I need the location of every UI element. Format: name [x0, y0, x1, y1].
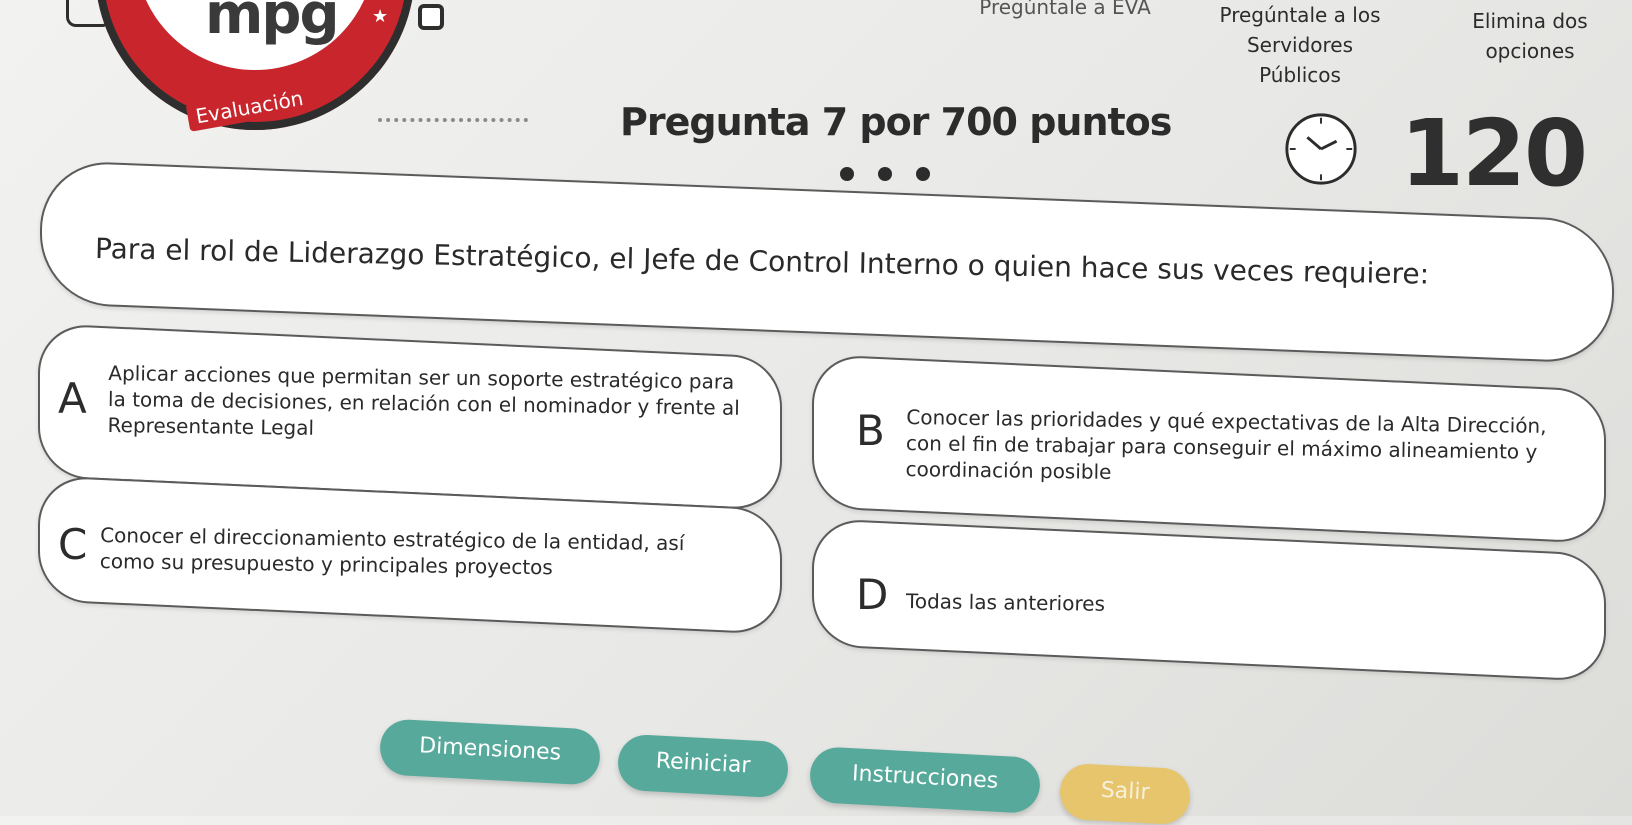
- clock-icon: [1285, 113, 1357, 185]
- timer-value: 120: [1400, 100, 1588, 207]
- logo-text: mpg: [205, 0, 340, 47]
- loading-dots: [840, 166, 954, 185]
- answer-text-b[interactable]: Conocer las prioridades y qué expectativ…: [905, 404, 1586, 491]
- lifeline-eliminate-two[interactable]: Elimina dos opciones: [1440, 6, 1620, 66]
- answer-letter-b: B: [856, 406, 885, 455]
- answer-text-a[interactable]: Aplicar acciones que permitan ser un sop…: [107, 360, 758, 447]
- badge-icon: [418, 4, 444, 30]
- reset-button[interactable]: Reiniciar: [616, 733, 790, 799]
- dot: [916, 167, 930, 181]
- answer-letter-d: D: [856, 570, 889, 619]
- answer-text-c[interactable]: Conocer el direccionamiento estratégico …: [100, 522, 741, 583]
- lifeline-ask-eva[interactable]: Pregúntale a EVA: [950, 0, 1180, 22]
- decorative-divider: [378, 118, 528, 122]
- instructions-button[interactable]: Instrucciones: [808, 746, 1042, 814]
- lifeline-ask-public-servers[interactable]: Pregúntale a los Servidores Públicos: [1200, 0, 1400, 90]
- star-icon: ★: [372, 6, 389, 27]
- dot: [840, 167, 854, 181]
- dot: [878, 167, 892, 181]
- question-title: Pregunta 7 por 700 puntos: [620, 100, 1172, 144]
- dimensions-button[interactable]: Dimensiones: [378, 718, 602, 786]
- answer-letter-c: C: [58, 520, 88, 569]
- answer-letter-a: A: [58, 374, 87, 423]
